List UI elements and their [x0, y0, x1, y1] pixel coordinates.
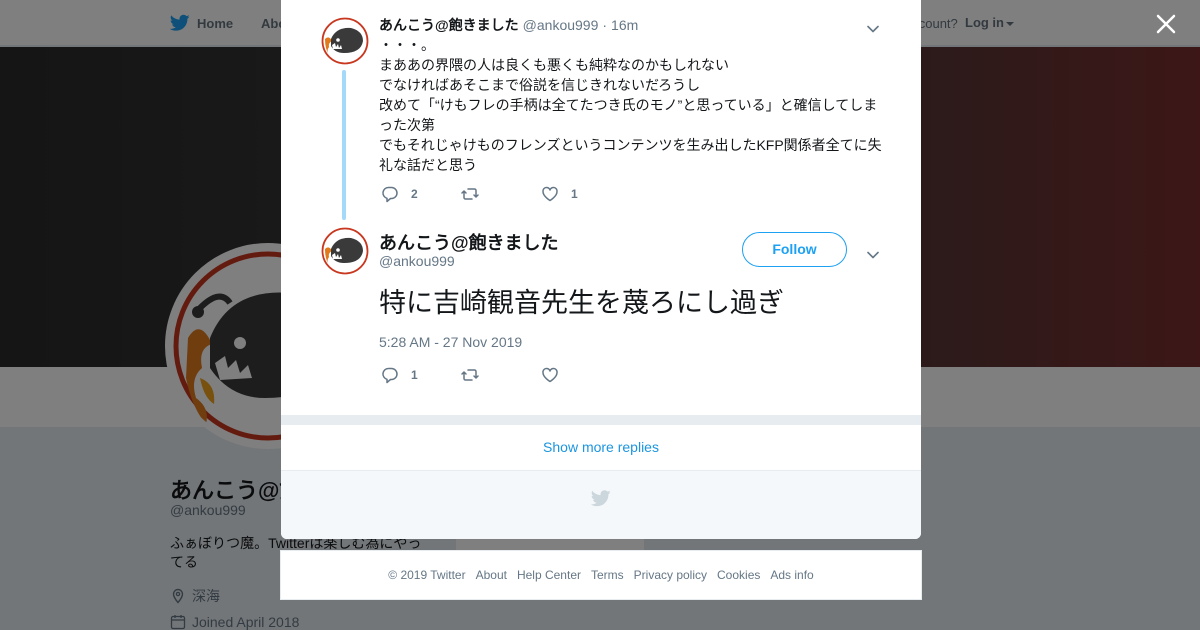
parent-tweet-author-handle[interactable]: @ankou999	[523, 17, 599, 33]
section-divider	[281, 415, 921, 425]
main-tweet-menu-button[interactable]	[867, 246, 879, 259]
main-tweet-author-name[interactable]: あんこう@飽きました	[379, 229, 559, 255]
footer-link-terms[interactable]: Terms	[591, 568, 624, 582]
chevron-down-icon	[867, 25, 879, 33]
site-footer: © 2019 Twitter About Help Center Terms P…	[280, 550, 922, 600]
anglerfish-avatar-icon	[321, 227, 369, 275]
main-tweet-text: 特に吉崎観音先生を蔑ろにし過ぎ	[379, 288, 784, 318]
reply-icon	[382, 367, 398, 384]
show-more-replies-link[interactable]: Show more replies	[281, 425, 921, 471]
like-button[interactable]: 1	[541, 185, 621, 203]
anglerfish-avatar-icon	[321, 17, 369, 65]
reply-icon	[382, 186, 398, 203]
heart-icon	[542, 186, 558, 202]
header-separator: ·	[602, 17, 608, 33]
parent-tweet-menu-button[interactable]	[867, 20, 879, 33]
thread-connector-line	[342, 70, 346, 220]
reply-button[interactable]: 2	[381, 185, 461, 203]
parent-tweet-header: あんこう@飽きました @ankou999 · 16m	[379, 15, 638, 35]
chevron-down-icon	[867, 251, 879, 259]
retweet-button[interactable]	[461, 366, 541, 384]
parent-tweet-actions: 2 1	[381, 185, 621, 203]
tweet-text-line: でなければあそこまで俗説を信じきれないだろうし	[379, 77, 701, 93]
conversation-panel: あんこう@飽きました @ankou999 · 16m ・・・。 まああの界隈の人は良く…	[281, 0, 921, 415]
follow-button[interactable]: Follow	[742, 232, 847, 267]
retweet-button[interactable]	[461, 185, 541, 203]
tweet-text-line: でもそれじゃけものフレンズというコンテンツを生み出したKFP関係者全てに失礼な話…	[379, 137, 882, 173]
parent-tweet-time[interactable]: 16m	[611, 17, 638, 33]
heart-icon	[542, 367, 558, 383]
tweet-modal: あんこう@飽きました @ankou999 · 16m ・・・。 まああの界隈の人は良く…	[281, 0, 921, 539]
tweet-text-line: 改めて「“けもフレの手柄は全てたつき氏のモノ”と思っている」と確信してしまった次…	[379, 97, 878, 133]
retweet-icon	[461, 369, 479, 381]
footer-link-privacy[interactable]: Privacy policy	[634, 568, 707, 582]
like-count: 1	[571, 187, 578, 201]
footer-link-help-center[interactable]: Help Center	[517, 568, 581, 582]
main-tweet-author-handle[interactable]: @ankou999	[379, 253, 455, 269]
reply-button[interactable]: 1	[381, 366, 461, 384]
footer-link-ads-info[interactable]: Ads info	[770, 568, 813, 582]
main-tweet-timestamp[interactable]: 5:28 AM - 27 Nov 2019	[379, 334, 522, 350]
reply-count: 2	[411, 187, 418, 201]
main-tweet-avatar[interactable]	[321, 227, 369, 275]
main-tweet-actions: 1	[381, 366, 621, 384]
tweet-text-line: ・・・。	[379, 37, 435, 53]
parent-tweet-text: ・・・。 まああの界隈の人は良くも悪くも純粋なのかもしれない でなければあそこま…	[379, 35, 889, 175]
modal-footer	[281, 471, 921, 539]
like-button[interactable]	[541, 366, 621, 384]
reply-count: 1	[411, 368, 418, 382]
footer-link-cookies[interactable]: Cookies	[717, 568, 760, 582]
footer-link-about[interactable]: About	[476, 568, 507, 582]
parent-tweet-avatar[interactable]	[321, 17, 369, 65]
retweet-icon	[461, 188, 479, 200]
twitter-bird-icon	[591, 490, 611, 507]
tweet-text-line: まああの界隈の人は良くも悪くも純粋なのかもしれない	[379, 57, 729, 73]
parent-tweet-author-name[interactable]: あんこう@飽きました	[379, 17, 519, 33]
footer-copyright: © 2019 Twitter	[388, 568, 466, 582]
close-modal-button[interactable]	[1154, 12, 1178, 36]
close-icon	[1156, 14, 1176, 34]
